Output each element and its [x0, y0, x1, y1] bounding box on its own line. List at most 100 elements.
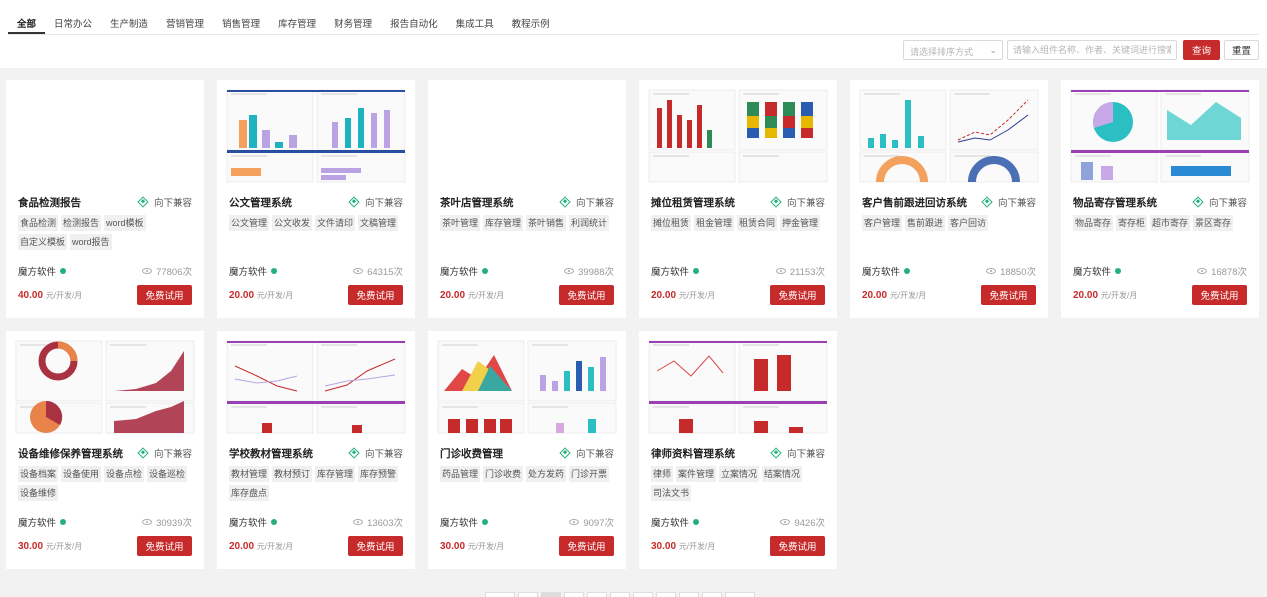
compat-label: 向下兼容 [153, 449, 192, 460]
compat-icon [348, 447, 360, 459]
verified-icon [1115, 268, 1122, 274]
author-name: 魔方软件 [18, 518, 57, 529]
query-button[interactable]: 查询 [1183, 40, 1220, 60]
page-button[interactable] [679, 592, 699, 597]
free-trial-button[interactable]: 免费试用 [770, 536, 825, 556]
tab-daily-office[interactable]: 日常办公 [45, 10, 101, 34]
product-title[interactable]: 律师资料管理系统 [651, 446, 735, 461]
free-trial-button[interactable]: 免费试用 [348, 285, 403, 305]
tag: 库存预警 [358, 466, 399, 482]
chevron-down-icon: ⌄ [989, 45, 997, 55]
product-thumbnail[interactable] [428, 80, 626, 183]
page-next-button[interactable] [725, 592, 755, 597]
product-thumbnail[interactable] [1061, 80, 1259, 183]
verified-icon [482, 268, 489, 274]
page-button-current[interactable] [541, 592, 561, 597]
product-thumbnail[interactable] [217, 331, 415, 434]
product-thumbnail[interactable] [639, 331, 837, 434]
author-name: 魔方软件 [862, 267, 901, 278]
free-trial-button[interactable]: 免费试用 [1192, 285, 1247, 305]
product-card[interactable]: 食品检测报告 向下兼容 食品检测 检测报告 word模板 自定义模板 word报告 魔方软件 7… [6, 80, 204, 318]
product-title[interactable]: 客户售前跟进回访系统 [862, 195, 967, 210]
product-card[interactable]: 公文管理系统 向下兼容 公文管理 公文收发 文件请印 文稿管理 魔方软件 64315次 20.0… [217, 80, 415, 318]
page-button[interactable] [610, 592, 630, 597]
price-unit: 元/开发/月 [467, 291, 505, 300]
product-title[interactable]: 食品检测报告 [18, 195, 81, 210]
tag: 设备使用 [61, 466, 102, 482]
tag: 押金管理 [780, 215, 821, 231]
product-title[interactable]: 摊位租赁管理系统 [651, 195, 735, 210]
page-prev-button[interactable] [485, 592, 515, 597]
product-thumbnail[interactable] [6, 80, 204, 183]
product-title[interactable]: 茶叶店管理系统 [440, 195, 514, 210]
compat-badge: 向下兼容 [559, 195, 614, 209]
thumbnail-preview-image [639, 331, 837, 434]
verified-icon [60, 268, 67, 274]
tab-tutorials[interactable]: 教程示例 [503, 10, 559, 34]
product-thumbnail[interactable] [217, 80, 415, 183]
product-card[interactable]: 物品寄存管理系统 向下兼容 物品寄存 寄存柜 超市寄存 景区寄存 魔方软件 16878次 20.… [1061, 80, 1259, 318]
view-count: 77806次 [142, 264, 192, 278]
tag: 寄存柜 [1116, 215, 1148, 231]
product-title[interactable]: 物品寄存管理系统 [1073, 195, 1157, 210]
price-value: 30.00 [18, 541, 44, 552]
tab-inventory[interactable]: 库存管理 [269, 10, 325, 34]
free-trial-button[interactable]: 免费试用 [559, 285, 614, 305]
page-button[interactable] [656, 592, 676, 597]
tab-report-automation[interactable]: 报告自动化 [381, 10, 447, 34]
eye-icon [986, 268, 997, 274]
product-title[interactable]: 学校教材管理系统 [229, 446, 313, 461]
free-trial-button[interactable]: 免费试用 [137, 536, 192, 556]
tab-marketing[interactable]: 营销管理 [157, 10, 213, 34]
tab-integration-tools[interactable]: 集成工具 [447, 10, 503, 34]
view-count-value: 64315次 [367, 267, 403, 278]
product-thumbnail[interactable] [6, 331, 204, 434]
product-thumbnail[interactable] [639, 80, 837, 183]
tag: 公文收发 [272, 215, 313, 231]
page-button[interactable] [564, 592, 584, 597]
product-title[interactable]: 门诊收费管理 [440, 446, 503, 461]
tag: word报告 [70, 234, 112, 250]
sort-select[interactable]: 请选择排序方式 ⌄ [903, 40, 1003, 60]
product-title[interactable]: 公文管理系统 [229, 195, 292, 210]
page-button[interactable] [587, 592, 607, 597]
product-thumbnail[interactable] [428, 331, 626, 434]
page-button[interactable] [518, 592, 538, 597]
tag: 售前跟进 [905, 215, 946, 231]
price: 20.00 元/开发/月 [651, 290, 715, 301]
tab-finance[interactable]: 财务管理 [325, 10, 381, 34]
view-count-value: 18850次 [1000, 267, 1036, 278]
product-card[interactable]: 门诊收费管理 向下兼容 药品管理 门诊收费 处方发药 门诊开票 魔方软件 9097次 30.00… [428, 331, 626, 569]
tab-all[interactable]: 全部 [8, 10, 46, 34]
page-button[interactable] [702, 592, 722, 597]
product-card[interactable]: 客户售前跟进回访系统 向下兼容 客户管理 售前跟进 客户回访 魔方软件 18850次 20.0… [850, 80, 1048, 318]
product-title[interactable]: 设备维修保养管理系统 [18, 446, 123, 461]
compat-badge: 向下兼容 [981, 195, 1036, 209]
compat-icon [770, 447, 782, 459]
product-card[interactable]: 摊位租赁管理系统 向下兼容 摊位租赁 租金管理 租赁合同 押金管理 魔方软件 21153次 20… [639, 80, 837, 318]
tag: 库存管理 [483, 215, 524, 231]
product-card[interactable]: 设备维修保养管理系统 向下兼容 设备档案 设备使用 设备点检 设备巡检 设备维修 魔方软件 30… [6, 331, 204, 569]
product-card[interactable]: 律师资料管理系统 向下兼容 律师 案件管理 立案情况 结案情况 司法文书 魔方软件 9426次 3… [639, 331, 837, 569]
tag: 租赁合同 [737, 215, 778, 231]
free-trial-button[interactable]: 免费试用 [981, 285, 1036, 305]
view-count: 16878次 [1197, 264, 1247, 278]
tab-manufacturing[interactable]: 生产制造 [101, 10, 157, 34]
reset-button[interactable]: 重置 [1224, 40, 1259, 60]
tag-list: 客户管理 售前跟进 客户回访 [862, 215, 1038, 234]
search-input[interactable] [1007, 40, 1177, 60]
page-button[interactable] [633, 592, 653, 597]
tab-sales[interactable]: 销售管理 [213, 10, 269, 34]
free-trial-button[interactable]: 免费试用 [559, 536, 614, 556]
tag: 设备维修 [18, 485, 59, 501]
free-trial-button[interactable]: 免费试用 [770, 285, 825, 305]
free-trial-button[interactable]: 免费试用 [348, 536, 403, 556]
product-thumbnail[interactable] [850, 80, 1048, 183]
price-unit: 元/开发/月 [256, 542, 294, 551]
free-trial-button[interactable]: 免费试用 [137, 285, 192, 305]
tag: 文稿管理 [358, 215, 399, 231]
tag: 景区寄存 [1193, 215, 1234, 231]
product-card[interactable]: 茶叶店管理系统 向下兼容 茶叶管理 库存管理 茶叶销售 利润统计 魔方软件 39988次 20.… [428, 80, 626, 318]
product-card[interactable]: 学校教材管理系统 向下兼容 教材管理 教材预订 库存管理 库存预警 库存盘点 魔方软件 1360… [217, 331, 415, 569]
thumbnail-preview-image [6, 80, 204, 183]
